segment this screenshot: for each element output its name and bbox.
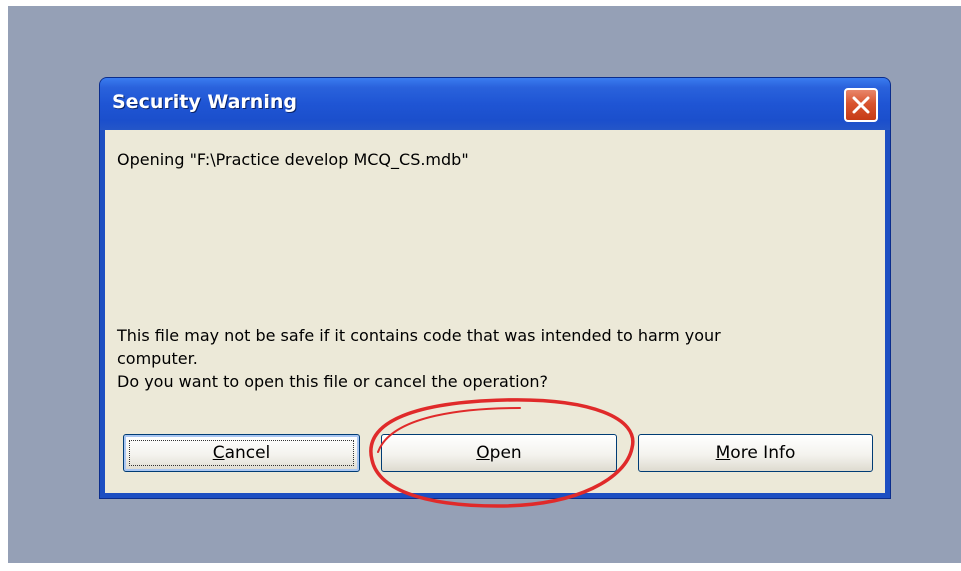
more-info-label-rest: ore Info [730, 443, 796, 463]
question-text: Do you want to open this file or cancel … [117, 372, 548, 391]
opening-file-text: Opening "F:\Practice develop MCQ_CS.mdb" [117, 150, 469, 169]
cancel-accelerator: C [212, 443, 225, 463]
security-warning-dialog: Security Warning Opening "F:\Practice de… [100, 78, 890, 498]
more-info-accelerator: M [715, 443, 731, 463]
warning-text-line2: computer. [117, 349, 198, 368]
dialog-title: Security Warning [112, 91, 297, 113]
open-button-label: Open [476, 443, 521, 463]
more-info-button[interactable]: More Info [638, 434, 873, 472]
open-button[interactable]: Open [381, 434, 617, 472]
more-info-button-label: More Info [716, 443, 796, 463]
close-button[interactable] [844, 88, 878, 122]
close-x-icon [852, 96, 870, 114]
warning-text-line1: This file may not be safe if it contains… [117, 326, 721, 345]
cancel-label-rest: ancel [224, 443, 271, 463]
dialog-body: Opening "F:\Practice develop MCQ_CS.mdb"… [105, 130, 885, 493]
cancel-button-label: Cancel [213, 443, 271, 463]
open-accelerator: O [476, 443, 490, 463]
title-bar[interactable]: Security Warning [100, 78, 890, 130]
open-label-rest: pen [489, 443, 522, 463]
cancel-button[interactable]: Cancel [123, 434, 360, 472]
